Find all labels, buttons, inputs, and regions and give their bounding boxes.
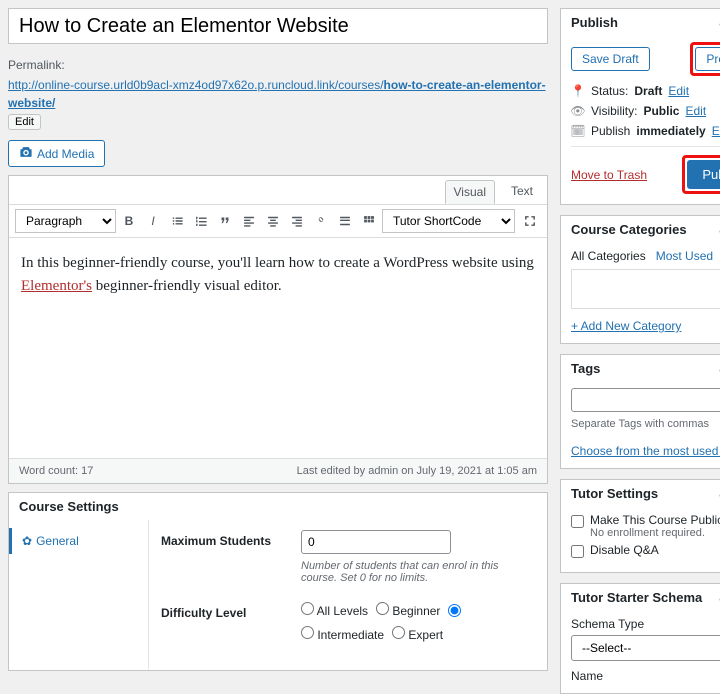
tutor-settings-box: Tutor Settings ∧ ∨ ▴ Make This Course Pu… (560, 479, 720, 573)
categories-list (571, 269, 720, 309)
max-students-desc: Number of students that can enrol in thi… (301, 560, 535, 584)
permalink-edit-button[interactable]: Edit (8, 114, 41, 130)
status-label: Status: (591, 84, 628, 98)
max-students-input[interactable] (301, 530, 451, 554)
highlight-publish: Publish (682, 155, 720, 194)
editor-status-bar: Word count: 17 Last edited by admin on J… (9, 458, 547, 483)
fullscreen-icon[interactable] (519, 210, 541, 232)
editor-text: beginner-friendly visual editor. (92, 278, 282, 294)
tag-choose-link[interactable]: Choose from the most used Tags (571, 444, 720, 458)
move-up-icon[interactable]: ∧ (715, 223, 720, 237)
radio-expert[interactable]: Expert (392, 626, 443, 642)
permalink-label: Permalink: (8, 56, 65, 74)
tab-general-label: General (36, 534, 79, 548)
visibility-label: Visibility: (591, 104, 637, 118)
tab-general[interactable]: ✿ General (9, 528, 148, 554)
publish-box: Publish ∧ ∨ ▴ Save Draft Preview 📍 Statu… (560, 8, 720, 205)
move-up-icon[interactable]: ∧ (715, 16, 720, 30)
permalink-link[interactable]: http://online-course.urld0b9acl-xmz4od97… (8, 76, 548, 112)
preview-button[interactable]: Preview (695, 47, 720, 71)
visibility-edit-link[interactable]: Edit (685, 104, 706, 118)
radio-intermediate[interactable]: Intermediate (301, 626, 384, 642)
schema-title: Tutor Starter Schema (571, 590, 702, 605)
bold-icon[interactable]: B (118, 210, 140, 232)
highlight-preview: Preview (690, 42, 720, 76)
media-icon (19, 145, 33, 162)
radio-all-levels[interactable]: All Levels (301, 602, 368, 618)
radio-selected-extra[interactable] (448, 604, 461, 617)
editor: Visual Text Paragraph B I Tutor ShortCod… (8, 175, 548, 484)
read-more-icon[interactable] (334, 210, 356, 232)
make-public-label: Make This Course Public (590, 513, 720, 527)
wordcount: Word count: 17 (19, 465, 93, 477)
course-settings-box: Course Settings ✿ General Maximum Studen… (8, 492, 548, 671)
difficulty-label: Difficulty Level (161, 602, 281, 642)
make-public-checkbox[interactable] (571, 515, 584, 528)
tag-input[interactable] (571, 388, 720, 412)
tutor-settings-title: Tutor Settings (571, 486, 658, 501)
tags-box: Tags ∧ ∨ ▴ Add Separate Tags with commas… (560, 354, 720, 469)
post-title-input[interactable] (8, 8, 548, 44)
move-to-trash-link[interactable]: Move to Trash (571, 168, 647, 182)
radio-beginner[interactable]: Beginner (376, 602, 440, 618)
categories-box: Course Categories ∧ ∨ ▴ All Categories M… (560, 215, 720, 344)
link-icon[interactable] (310, 210, 332, 232)
save-draft-button[interactable]: Save Draft (571, 47, 650, 71)
editor-toolbar: Paragraph B I Tutor ShortCode (9, 204, 547, 238)
cat-tab-most-used[interactable]: Most Used (656, 249, 713, 263)
cat-tab-all[interactable]: All Categories (571, 249, 646, 263)
course-settings-title: Course Settings (9, 493, 547, 520)
move-up-icon[interactable]: ∧ (715, 362, 720, 376)
schema-type-select[interactable]: --Select-- (571, 635, 720, 661)
visibility-value: Public (643, 104, 679, 118)
number-list-icon[interactable] (190, 210, 212, 232)
italic-icon[interactable]: I (142, 210, 164, 232)
editor-tab-visual[interactable]: Visual (445, 180, 495, 204)
tutor-shortcode-select[interactable]: Tutor ShortCode (382, 209, 515, 233)
pin-icon: 📍 (571, 84, 585, 98)
move-up-icon[interactable]: ∧ (715, 487, 720, 501)
align-right-icon[interactable] (286, 210, 308, 232)
last-edited: Last edited by admin on July 19, 2021 at… (297, 465, 537, 477)
disable-qa-checkbox[interactable] (571, 545, 584, 558)
difficulty-radios: All Levels Beginner Intermediate Expert (301, 602, 535, 642)
add-media-label: Add Media (37, 147, 94, 161)
publish-title: Publish (571, 15, 618, 30)
schedule-label: Publish (591, 124, 630, 138)
editor-text: In this beginner-friendly course, you'll… (21, 255, 534, 271)
tags-title: Tags (571, 361, 600, 376)
disable-qa-label: Disable Q&A (590, 543, 659, 557)
toolbar-toggle-icon[interactable] (358, 210, 380, 232)
gear-icon: ✿ (22, 534, 32, 548)
align-left-icon[interactable] (238, 210, 260, 232)
permalink-row: Permalink: http://online-course.urld0b9a… (8, 52, 548, 132)
schedule-value: immediately (636, 124, 705, 138)
max-students-label: Maximum Students (161, 530, 281, 584)
align-center-icon[interactable] (262, 210, 284, 232)
status-value: Draft (634, 84, 662, 98)
editor-mode-tabs: Visual Text (9, 176, 547, 204)
status-edit-link[interactable]: Edit (668, 84, 689, 98)
editor-text-link: Elementor's (21, 278, 92, 294)
eye-icon: 👁 (571, 104, 585, 118)
add-category-link[interactable]: + Add New Category (571, 319, 681, 333)
schema-name-label: Name (571, 669, 720, 683)
bullet-list-icon[interactable] (166, 210, 188, 232)
schedule-edit-link[interactable]: Edit (712, 124, 720, 138)
categories-title: Course Categories (571, 222, 687, 237)
blockquote-icon[interactable] (214, 210, 236, 232)
format-select[interactable]: Paragraph (15, 209, 116, 233)
make-public-sub: No enrollment required. (590, 527, 720, 539)
calendar-icon: 🗓 (571, 124, 585, 138)
publish-button[interactable]: Publish (687, 160, 720, 189)
move-up-icon[interactable]: ∧ (715, 591, 720, 605)
tag-help: Separate Tags with commas (571, 418, 720, 430)
add-media-button[interactable]: Add Media (8, 140, 105, 167)
editor-content[interactable]: In this beginner-friendly course, you'll… (9, 238, 547, 458)
schema-box: Tutor Starter Schema ∧ ∨ ▴ Schema Type -… (560, 583, 720, 694)
editor-tab-text[interactable]: Text (503, 180, 541, 204)
schema-type-label: Schema Type (571, 617, 720, 631)
